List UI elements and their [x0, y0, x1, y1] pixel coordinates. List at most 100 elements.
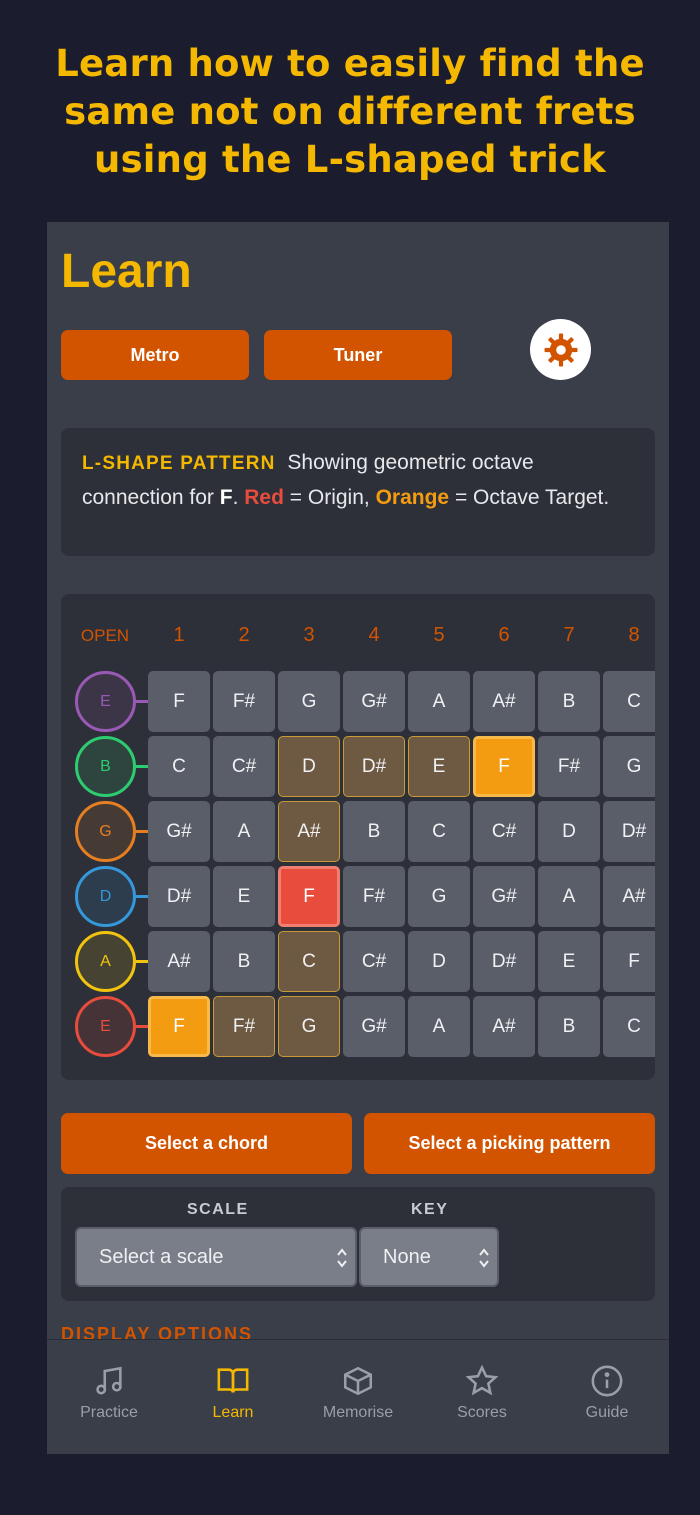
fret-header-8: 8	[628, 624, 640, 646]
fret-header-open: OPEN	[80, 626, 130, 645]
star-icon	[465, 1364, 499, 1396]
fret-cell[interactable]: C	[148, 736, 210, 797]
info-red-label: Red	[244, 486, 284, 509]
fret-cell[interactable]: D	[538, 801, 600, 862]
tab-guide-label: Guide	[585, 1404, 629, 1421]
chevron-updown-icon	[479, 1248, 489, 1268]
fret-cell[interactable]: A#	[473, 996, 535, 1057]
tab-guide[interactable]: Guide	[545, 1340, 669, 1454]
fret-header-3: 3	[303, 624, 315, 646]
fret-cell[interactable]: G	[278, 671, 340, 732]
fret-cell-shape[interactable]: D	[278, 736, 340, 797]
fret-cell[interactable]: B	[213, 931, 275, 992]
fret-cell[interactable]: C	[408, 801, 470, 862]
fret-cell[interactable]: A#	[473, 671, 535, 732]
fretboard: OPEN 1 2 3 4 5 6 7 8 E F F# G G# A A# B C B C C# D D# E F F# G G G# A…	[61, 594, 655, 1080]
fret-cell[interactable]: C#	[343, 931, 405, 992]
fret-cell[interactable]: G	[408, 866, 470, 927]
fret-cell[interactable]: G#	[343, 671, 405, 732]
string-label-5[interactable]: A	[75, 931, 136, 992]
fret-cell-target[interactable]: F	[148, 996, 210, 1057]
fret-header-7: 7	[563, 624, 575, 646]
book-icon	[217, 1368, 249, 1393]
info-text-3: = Origin,	[283, 486, 376, 509]
promo-line-2: same not on different frets	[64, 90, 636, 133]
fret-cell-target[interactable]: F	[473, 736, 535, 797]
fret-cell[interactable]: D#	[603, 801, 655, 862]
scale-key-panel: SCALE KEY Select a scale None	[61, 1187, 655, 1301]
fret-header-2: 2	[238, 624, 250, 646]
fret-cell[interactable]: E	[538, 931, 600, 992]
select-chord-button[interactable]: Select a chord	[61, 1113, 352, 1174]
app-screen: Learn Metro Tuner L-SHAPE PATTERN Showin…	[47, 222, 669, 1454]
fret-cell-origin[interactable]: F	[278, 866, 340, 927]
info-text-4: = Octave Target.	[449, 486, 610, 509]
fret-cell[interactable]: G#	[343, 996, 405, 1057]
chevron-updown-icon	[337, 1248, 347, 1268]
tuner-button[interactable]: Tuner	[264, 330, 452, 380]
fret-cell[interactable]: A	[408, 671, 470, 732]
fret-header-5: 5	[433, 624, 445, 646]
fret-cell[interactable]: B	[343, 801, 405, 862]
fret-cell-shape[interactable]: D#	[343, 736, 405, 797]
fret-cell-shape[interactable]: A#	[278, 801, 340, 862]
select-picking-pattern-button[interactable]: Select a picking pattern	[364, 1113, 655, 1174]
fret-cell[interactable]: F#	[538, 736, 600, 797]
scale-select[interactable]: Select a scale	[75, 1227, 357, 1287]
tab-memorise[interactable]: Memorise	[296, 1340, 420, 1454]
tab-memorise-label: Memorise	[322, 1404, 394, 1421]
fret-cell[interactable]: C	[603, 671, 655, 732]
pattern-tag: L-SHAPE PATTERN	[82, 453, 276, 474]
fret-cell-shape[interactable]: C	[278, 931, 340, 992]
tab-scores-label: Scores	[457, 1404, 507, 1421]
fret-cell[interactable]: D	[408, 931, 470, 992]
fret-cell[interactable]: A	[538, 866, 600, 927]
tab-bar: Practice Learn Memorise Scores Guide	[47, 1339, 669, 1454]
metro-button[interactable]: Metro	[61, 330, 249, 380]
key-select[interactable]: None	[359, 1227, 499, 1287]
fret-cell[interactable]: D#	[473, 931, 535, 992]
music-note-icon	[96, 1366, 122, 1395]
fret-cell[interactable]: B	[538, 671, 600, 732]
fret-cell[interactable]: E	[213, 866, 275, 927]
fret-cell[interactable]: A#	[148, 931, 210, 992]
fret-cell[interactable]: A#	[603, 866, 655, 927]
fret-cell[interactable]: F#	[213, 671, 275, 732]
fret-cell[interactable]: C#	[473, 801, 535, 862]
info-icon	[591, 1365, 623, 1397]
gear-icon	[544, 333, 577, 366]
fret-cell[interactable]: C#	[213, 736, 275, 797]
tab-practice-label: Practice	[80, 1404, 138, 1421]
fret-cell[interactable]: A	[408, 996, 470, 1057]
fret-cell[interactable]: F#	[343, 866, 405, 927]
string-label-2[interactable]: B	[75, 736, 136, 797]
fret-cell[interactable]: G#	[473, 866, 535, 927]
fret-cell[interactable]: D#	[148, 866, 210, 927]
promo-line-3: using the L-shaped trick	[94, 138, 606, 181]
tab-practice[interactable]: Practice	[47, 1340, 171, 1454]
tab-learn-label: Learn	[212, 1404, 254, 1421]
string-label-4[interactable]: D	[75, 866, 136, 927]
fret-cell[interactable]: F	[148, 671, 210, 732]
string-label-3[interactable]: G	[75, 801, 136, 862]
info-note: F	[219, 486, 233, 509]
fret-cell[interactable]: G	[603, 736, 655, 797]
fret-cell[interactable]: C	[603, 996, 655, 1057]
fret-cell-shape[interactable]: G	[278, 996, 340, 1057]
page-title: Learn	[61, 245, 192, 298]
fret-cell-shape[interactable]: F#	[213, 996, 275, 1057]
fret-cell[interactable]: G#	[148, 801, 210, 862]
promo-line-1: Learn how to easily find the	[55, 42, 645, 85]
cube-icon	[343, 1366, 373, 1396]
tab-scores[interactable]: Scores	[420, 1340, 544, 1454]
fret-cell[interactable]: A	[213, 801, 275, 862]
fret-cell-shape[interactable]: E	[408, 736, 470, 797]
settings-button[interactable]	[530, 319, 591, 380]
string-label-1[interactable]: E	[75, 671, 136, 732]
fret-cell[interactable]: F	[603, 931, 655, 992]
fret-cell[interactable]: B	[538, 996, 600, 1057]
scale-label: SCALE	[187, 1201, 249, 1218]
key-select-value: None	[383, 1245, 431, 1268]
tab-learn[interactable]: Learn	[171, 1340, 295, 1454]
string-label-6[interactable]: E	[75, 996, 136, 1057]
